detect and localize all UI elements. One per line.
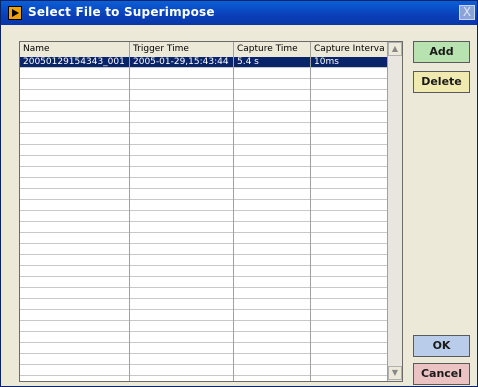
dialog-window: Select File to Superimpose X Name Trigge…: [0, 0, 478, 387]
column-divider: [310, 57, 311, 381]
table-row[interactable]: [20, 299, 387, 310]
table-row[interactable]: [20, 365, 387, 376]
table-row[interactable]: [20, 343, 387, 354]
table-row[interactable]: [20, 123, 387, 134]
table-row[interactable]: [20, 244, 387, 255]
column-header-name[interactable]: Name: [20, 42, 130, 57]
close-button[interactable]: X: [459, 5, 475, 20]
scroll-up-button[interactable]: ▲: [388, 42, 402, 56]
table-row[interactable]: [20, 68, 387, 79]
cell-capture-time: 5.4 s: [237, 57, 259, 67]
table-row[interactable]: [20, 266, 387, 277]
table-row[interactable]: [20, 200, 387, 211]
column-header-capture-interval[interactable]: Capture Interva: [311, 42, 387, 57]
table-row[interactable]: [20, 90, 387, 101]
table-row[interactable]: [20, 321, 387, 332]
delete-button[interactable]: Delete: [413, 71, 470, 93]
table-row[interactable]: [20, 255, 387, 266]
table-row[interactable]: 20050129154343_001 2005-01-29,15:43:44 5…: [20, 57, 387, 68]
table-row[interactable]: [20, 112, 387, 123]
title-bar[interactable]: Select File to Superimpose X: [1, 1, 477, 25]
window-title: Select File to Superimpose: [28, 5, 215, 19]
vertical-scrollbar[interactable]: ▲ ▼: [387, 42, 402, 381]
table-row[interactable]: [20, 134, 387, 145]
table-row[interactable]: [20, 354, 387, 365]
column-header-trigger-time[interactable]: Trigger Time: [130, 42, 234, 57]
table-header: Name Trigger Time Capture Time Capture I…: [20, 42, 387, 58]
add-button[interactable]: Add: [413, 41, 470, 63]
table-row[interactable]: [20, 222, 387, 233]
table-row[interactable]: [20, 145, 387, 156]
table-row[interactable]: [20, 211, 387, 222]
table-row[interactable]: [20, 101, 387, 112]
file-table: Name Trigger Time Capture Time Capture I…: [19, 41, 403, 382]
table-row[interactable]: [20, 310, 387, 321]
table-row[interactable]: [20, 288, 387, 299]
column-divider: [129, 57, 130, 381]
ok-button[interactable]: OK: [413, 335, 470, 357]
app-icon: [8, 6, 22, 20]
table-row[interactable]: [20, 178, 387, 189]
table-row[interactable]: [20, 79, 387, 90]
cancel-button[interactable]: Cancel: [413, 363, 470, 385]
cell-name: 20050129154343_001: [23, 57, 125, 67]
cell-capture-interval: 10ms: [314, 57, 339, 67]
table-row[interactable]: [20, 332, 387, 343]
scroll-down-button[interactable]: ▼: [388, 366, 402, 380]
column-divider: [233, 57, 234, 381]
table-row[interactable]: [20, 189, 387, 200]
column-header-capture-time[interactable]: Capture Time: [234, 42, 311, 57]
table-row[interactable]: [20, 233, 387, 244]
table-row[interactable]: [20, 277, 387, 288]
cell-trigger-time: 2005-01-29,15:43:44: [133, 57, 229, 67]
table-body: 20050129154343_001 2005-01-29,15:43:44 5…: [20, 57, 387, 381]
table-row[interactable]: [20, 156, 387, 167]
table-row[interactable]: [20, 167, 387, 178]
